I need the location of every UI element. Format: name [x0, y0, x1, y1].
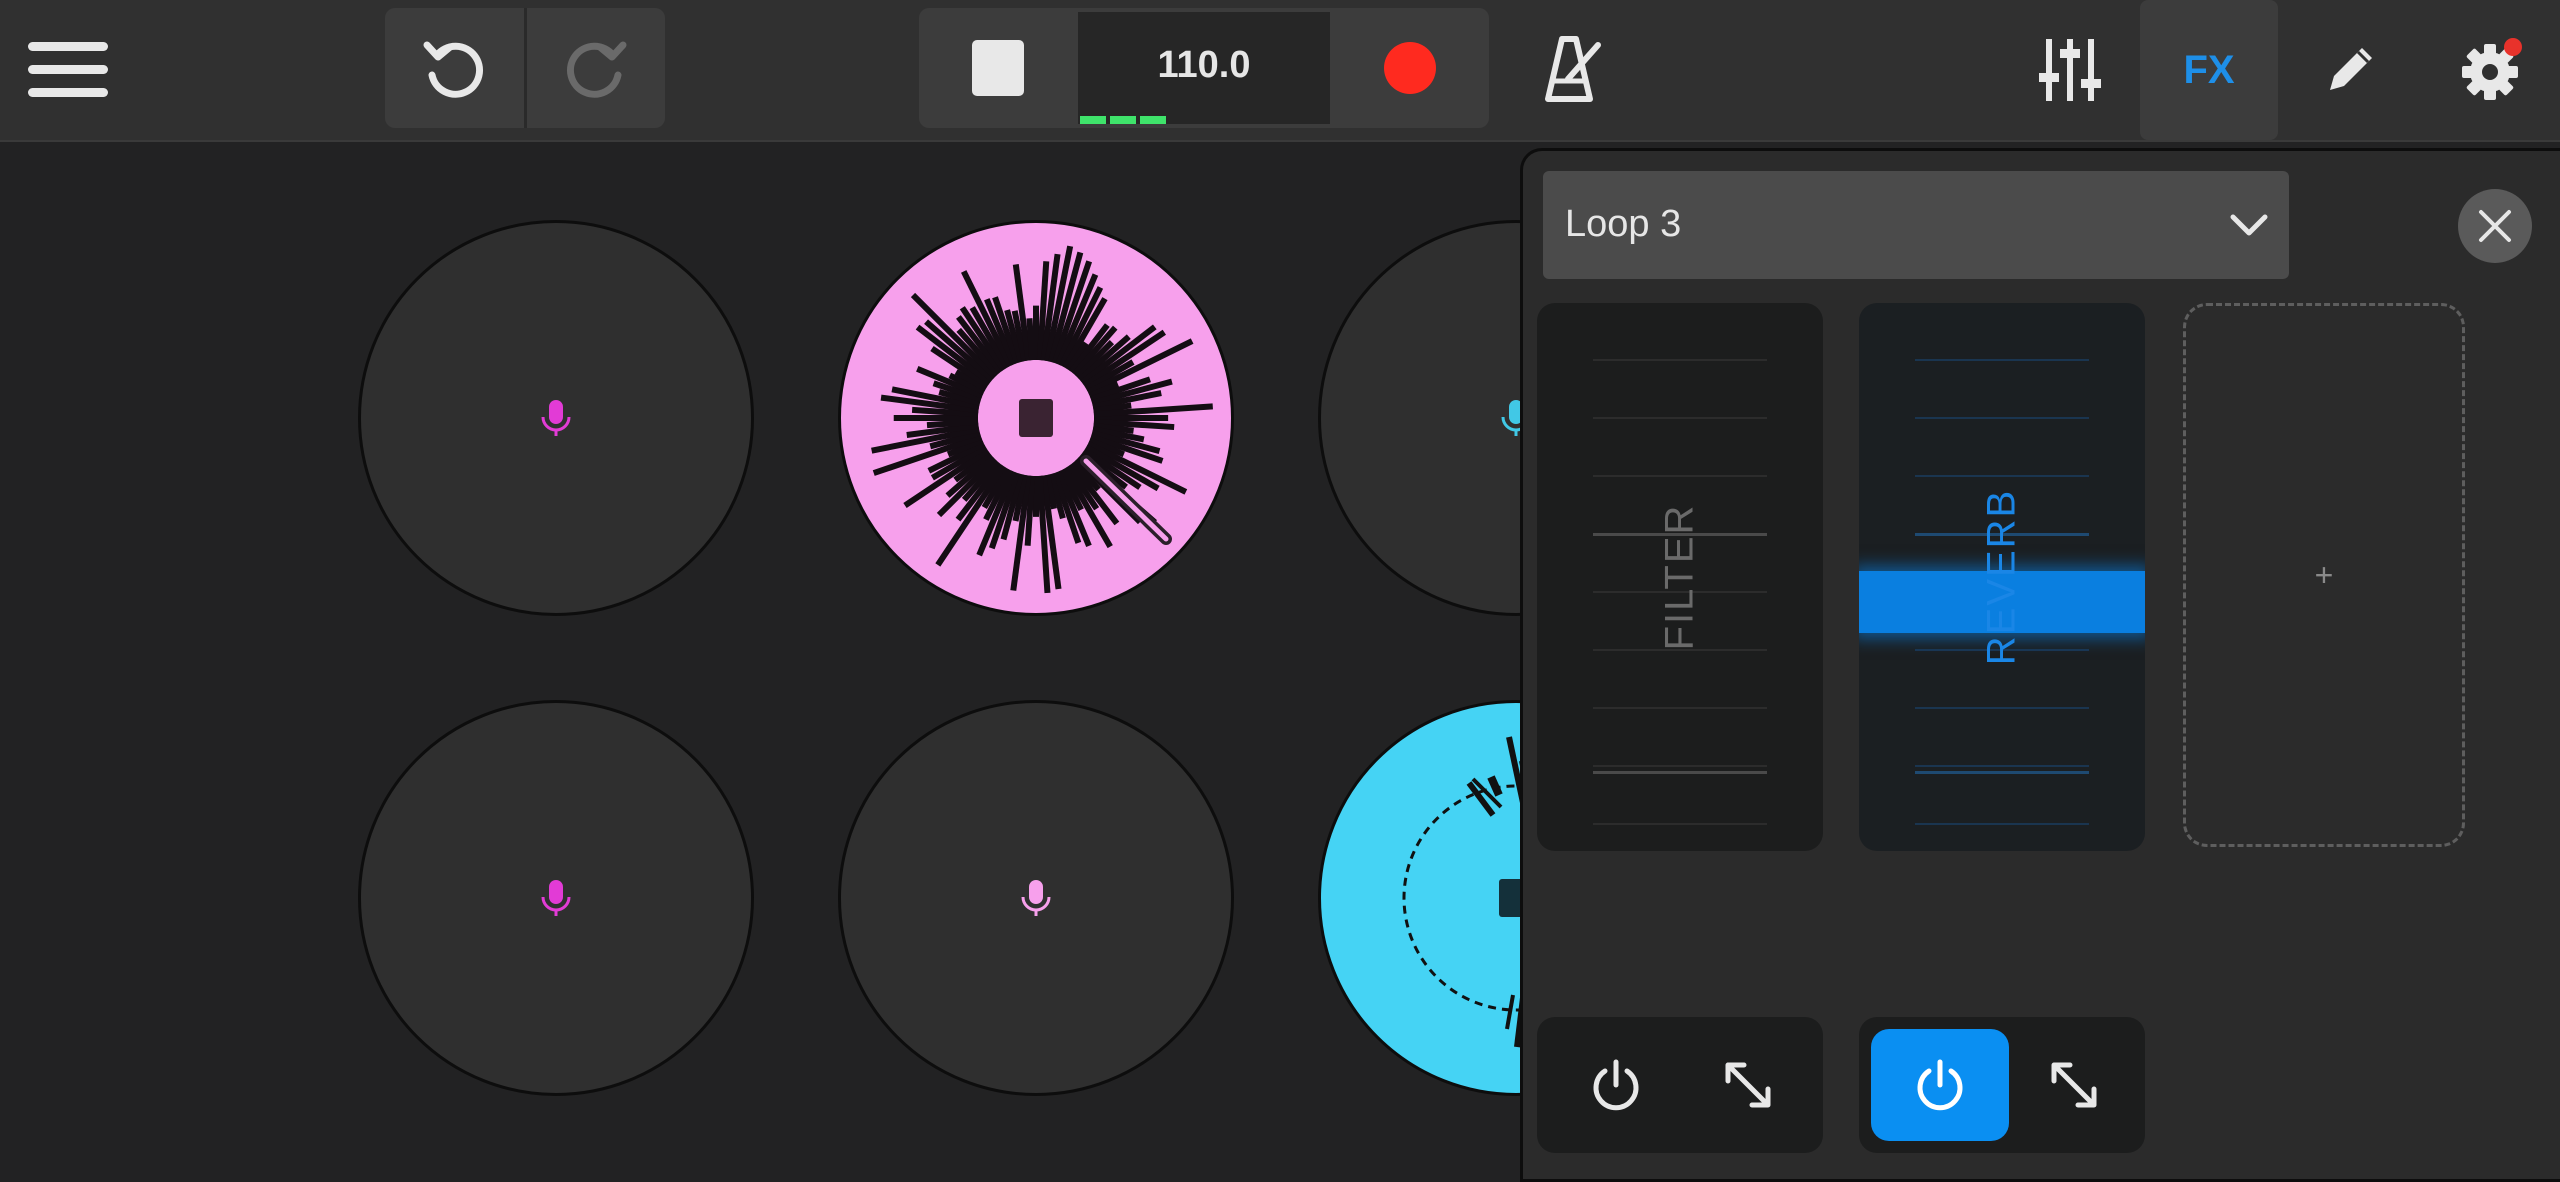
- reverb-grid-marker: [1915, 771, 2089, 774]
- expand-icon: [1725, 1062, 1771, 1108]
- reverb-label: REVERB: [1979, 488, 2024, 666]
- filter-grid-marker: [1593, 771, 1767, 774]
- stop-button[interactable]: [919, 8, 1077, 128]
- close-panel-button[interactable]: [2458, 189, 2532, 263]
- filter-power-button[interactable]: [1549, 1029, 1683, 1141]
- reverb-fader[interactable]: REVERB: [1859, 303, 2145, 851]
- stop-icon: [972, 40, 1024, 96]
- expand-icon: [2051, 1062, 2097, 1108]
- loop-selector-value: Loop 3: [1565, 203, 1682, 245]
- fx-panel: Loop 3 FILTER REVERB +: [1520, 148, 2560, 1182]
- metronome-button[interactable]: [1530, 20, 1614, 120]
- power-icon: [1593, 1059, 1639, 1111]
- record-icon: [1384, 42, 1436, 94]
- waveform-bar: [1026, 318, 1036, 361]
- microphone-icon: [541, 400, 571, 436]
- add-effect-label: +: [2314, 556, 2334, 593]
- loop-selector[interactable]: Loop 3: [1543, 171, 2289, 279]
- filter-fader[interactable]: FILTER: [1537, 303, 1823, 851]
- bpm-value: 110.0: [1157, 44, 1251, 86]
- notification-dot: [2504, 38, 2522, 56]
- power-icon: [1917, 1059, 1963, 1111]
- level-meter: [1078, 116, 1330, 124]
- fx-button-label: FX: [2183, 47, 2235, 92]
- mixer-icon: [2039, 39, 2101, 101]
- waveform-bar: [926, 418, 979, 429]
- redo-button[interactable]: [527, 8, 665, 128]
- metronome-icon: [1545, 36, 1601, 102]
- loop-pad-5[interactable]: [838, 700, 1234, 1096]
- edit-button[interactable]: [2305, 20, 2395, 120]
- chevron-down-icon: [2230, 214, 2268, 236]
- redo-icon: [567, 41, 627, 98]
- mixer-button[interactable]: [2020, 10, 2120, 130]
- record-button[interactable]: [1331, 8, 1489, 128]
- level-segment: [1140, 116, 1166, 124]
- top-toolbar: 110.0 FX: [0, 0, 2560, 142]
- settings-button[interactable]: [2440, 20, 2540, 120]
- tempo-field[interactable]: 110.0: [1078, 12, 1330, 124]
- pencil-icon: [2330, 48, 2372, 90]
- fx-button[interactable]: FX: [2140, 0, 2278, 140]
- add-effect-slot[interactable]: +: [2183, 303, 2465, 847]
- undo-icon: [423, 41, 483, 98]
- filter-label: FILTER: [1657, 503, 1702, 651]
- level-segment: [1110, 116, 1136, 124]
- reverb-expand-button[interactable]: [2007, 1029, 2141, 1141]
- filter-expand-button[interactable]: [1681, 1029, 1815, 1141]
- reverb-power-button[interactable]: [1871, 1029, 2009, 1141]
- menu-icon: [28, 42, 108, 97]
- level-segment: [1080, 116, 1106, 124]
- microphone-icon: [541, 880, 571, 916]
- gear-icon: [2462, 38, 2522, 100]
- menu-button[interactable]: [20, 30, 116, 110]
- undo-button[interactable]: [385, 8, 523, 128]
- loop-pad-2[interactable]: [838, 220, 1234, 616]
- loop-pad-1[interactable]: [358, 220, 754, 616]
- microphone-icon: [1021, 880, 1051, 916]
- close-icon: [2479, 210, 2511, 242]
- loop-pad-4[interactable]: [358, 700, 754, 1096]
- stop-loop-icon: [1019, 399, 1053, 437]
